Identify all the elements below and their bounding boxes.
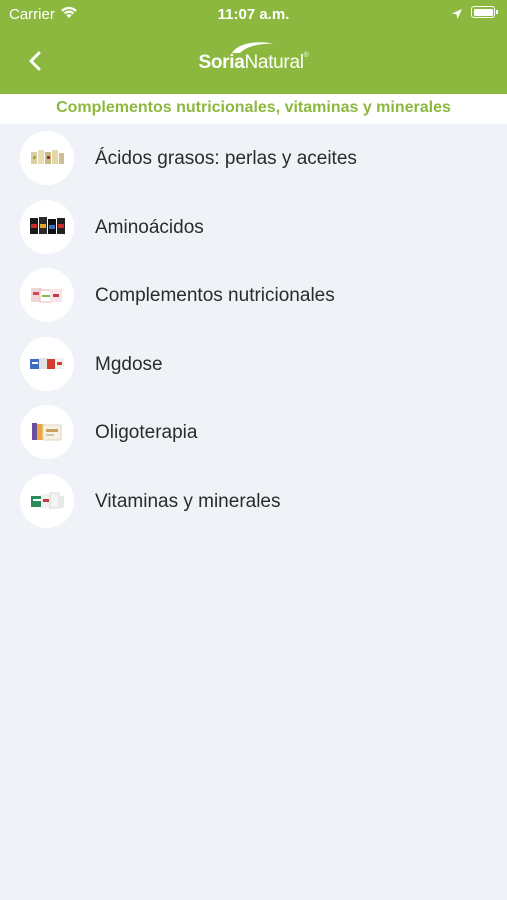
product-vials-thumbnail xyxy=(20,405,74,459)
list-item[interactable]: Ácidos grasos: perlas y aceites xyxy=(0,124,507,193)
list-item[interactable]: Aminoácidos xyxy=(0,193,507,262)
clock: 11:07 a.m. xyxy=(217,6,290,23)
location-arrow-icon xyxy=(451,7,463,24)
product-sachets-thumbnail xyxy=(20,336,74,391)
category-label: Vitaminas y minerales xyxy=(95,490,281,512)
product-tubes-thumbnail xyxy=(20,473,74,528)
category-label: Complementos nutricionales xyxy=(95,285,335,306)
list-item[interactable]: Oligoterapia xyxy=(0,398,507,467)
product-jars-thumbnail xyxy=(20,199,74,254)
category-label: Oligoterapia xyxy=(95,422,198,443)
list-item[interactable]: Complementos nutricionales xyxy=(0,261,507,330)
product-bottles-thumbnail xyxy=(20,131,74,185)
brand-name-bold: Soria xyxy=(198,52,245,73)
category-label: Ácidos grasos: perlas y aceites xyxy=(95,148,357,169)
section-header: Complementos nutricionales, vitaminas y … xyxy=(0,94,507,124)
brand-name-light: Natural xyxy=(244,52,304,73)
category-label: Aminoácidos xyxy=(95,216,204,238)
status-bar: Carrier 11:07 a.m. xyxy=(0,0,507,28)
category-list: Ácidos grasos: perlas y aceites Aminoáci… xyxy=(0,124,507,535)
list-item[interactable]: Mgdose xyxy=(0,330,507,399)
list-item[interactable]: Vitaminas y minerales xyxy=(0,467,507,536)
product-boxes-thumbnail xyxy=(20,268,74,322)
registered-mark: ® xyxy=(303,52,309,59)
category-label: Mgdose xyxy=(95,353,163,375)
battery-icon xyxy=(471,6,498,18)
brand-logo: SoriaNatural® xyxy=(0,40,507,74)
page-title: Complementos nutricionales, vitaminas y … xyxy=(56,99,451,116)
app-header: Carrier 11:07 a.m. SoriaNatural® xyxy=(0,0,507,94)
